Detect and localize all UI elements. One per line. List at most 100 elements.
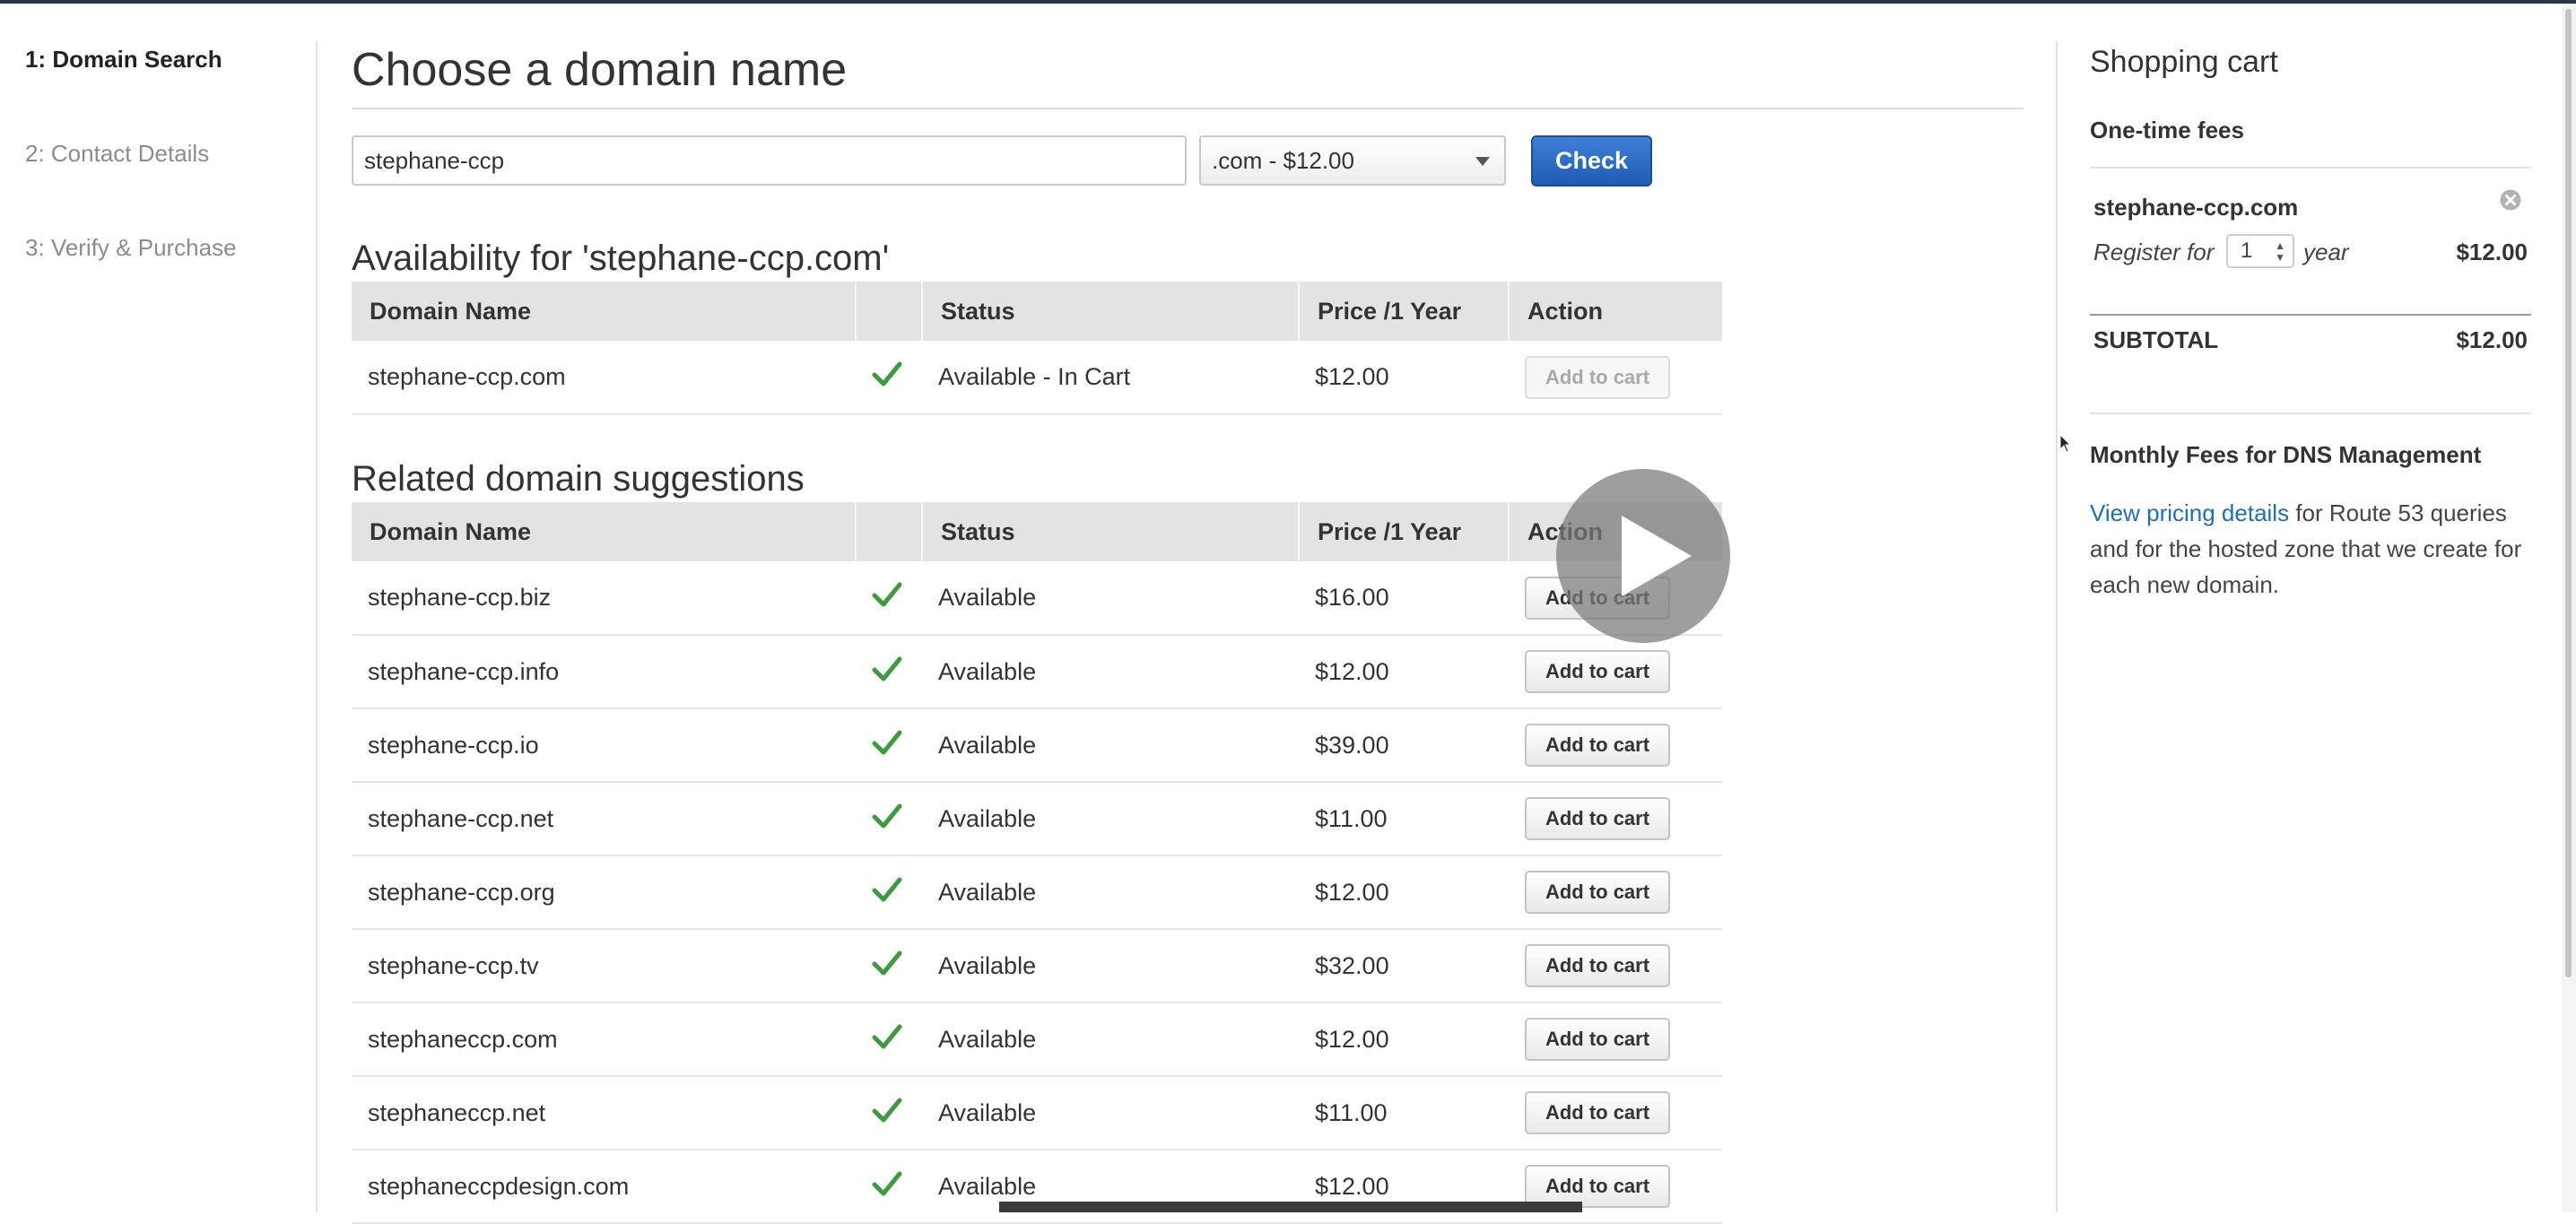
status-cell: Available (922, 561, 1299, 636)
main-content: Choose a domain name .com - $12.00 Check… (352, 0, 2023, 1224)
year-label: year (2303, 239, 2349, 265)
divider (2090, 314, 2531, 316)
column-header-domain-name: Domain Name (352, 502, 857, 561)
column-header-domain-name: Domain Name (352, 282, 857, 341)
page-title: Choose a domain name (352, 44, 848, 96)
subtotal-label: SUBTOTAL (2093, 326, 2219, 353)
price-cell: $39.00 (1299, 708, 1509, 783)
cart-item-name: stephane-ccp.com (2093, 194, 2299, 221)
cart-title: Shopping cart (2090, 45, 2278, 79)
subtotal-value: $12.00 (2456, 326, 2528, 353)
divider (2090, 412, 2531, 414)
add-to-cart-button[interactable]: Add to cart (1525, 1018, 1670, 1061)
status-cell: Available (922, 782, 1299, 856)
related-domains-table: Domain Name Status Price /1 Year Action … (352, 502, 1722, 1224)
play-icon[interactable] (1556, 469, 1730, 643)
year-stepper-value: 1 (2241, 239, 2253, 263)
stepper-arrows-icon[interactable]: ▲ ▼ (2275, 240, 2285, 264)
column-header-status: Status (922, 282, 1300, 341)
table-row: stephane-ccp.bizAvailable$16.00Add to ca… (352, 561, 1722, 636)
domain-name-cell: stephane-ccp.net (352, 782, 856, 856)
table-row: stephane-ccp.org Available $12.00 Add to ca… (352, 855, 1722, 930)
add-to-cart-button[interactable]: Add to cart (1525, 650, 1670, 693)
add-to-cart-button[interactable]: Add to cart (1525, 724, 1670, 767)
status-cell: Available (922, 1076, 1299, 1150)
price-cell: $16.00 (1299, 561, 1509, 636)
availability-heading: Availability for 'stephane-ccp.com' (352, 239, 890, 278)
table-row: stephane-ccp.io Available $39.00 Add to car… (352, 708, 1722, 783)
step-contact-details[interactable]: 2: Contact Details (25, 137, 294, 231)
title-divider (352, 108, 2023, 109)
price-cell: $32.00 (1299, 929, 1509, 1003)
domain-name-cell: stephaneccp.com (352, 1003, 856, 1077)
cart-item-price: $12.00 (2456, 239, 2528, 265)
one-time-fees-label: One-time fees (2090, 117, 2244, 143)
table-row: stephane-ccp.com Available - In Cart $12… (352, 341, 1722, 415)
add-to-cart-button[interactable]: Add to cart (1525, 1091, 1670, 1134)
status-cell: Available (922, 855, 1299, 930)
add-to-cart-button[interactable]: Add to cart (1525, 871, 1670, 914)
mouse-cursor-icon (2059, 434, 2072, 453)
register-for-label: Register for (2093, 239, 2215, 265)
domain-name-cell: stephane-ccp.info (352, 635, 856, 709)
domain-name-cell: stephane-ccp.com (352, 341, 856, 415)
checkmark-icon (872, 1024, 902, 1048)
step-domain-search[interactable]: 1: Domain Search (25, 43, 294, 137)
column-header-price: Price /1 Year (1299, 502, 1510, 561)
add-to-cart-button[interactable]: Add to cart (1525, 944, 1670, 987)
checkmark-icon (872, 1098, 902, 1122)
shopping-cart: Shopping cart One-time fees stephane-ccp… (2090, 0, 2531, 1212)
table-row: stephaneccp.com Available $12.00 Add to car… (352, 1003, 1722, 1077)
table-row: stephane-ccp.info Available $12.00 Add to c… (352, 635, 1722, 709)
cart-divider (2056, 41, 2058, 1212)
domain-name-cell: stephane-ccp.org (352, 855, 856, 930)
domain-name-cell: stephane-ccp.biz (352, 561, 856, 636)
status-cell: Available (922, 1003, 1299, 1077)
domain-name-cell: stephaneccp.net (352, 1076, 856, 1150)
scrollbar-thumb[interactable] (2565, 9, 2572, 977)
checkmark-icon (872, 951, 902, 975)
monthly-fees-description: View pricing details for Route 53 querie… (2090, 495, 2531, 603)
price-cell: $11.00 (1299, 782, 1509, 856)
add-to-cart-button[interactable]: Add to cart (1525, 355, 1670, 399)
status-cell: Available (922, 929, 1299, 1003)
table-row: stephane-ccp.tv Available $32.00 Add to car… (352, 929, 1722, 1003)
status-cell: Available (922, 635, 1299, 709)
checkmark-icon (872, 361, 902, 386)
tld-select-value: .com - $12.00 (1212, 147, 1354, 174)
tld-select[interactable]: .com - $12.00 (1199, 135, 1506, 186)
monthly-fees-heading: Monthly Fees for DNS Management (2090, 441, 2482, 468)
domain-name-cell: stephane-ccp.io (352, 708, 856, 783)
price-cell: $12.00 (1299, 341, 1509, 415)
year-stepper[interactable]: 1 ▲ ▼ (2226, 234, 2294, 268)
remove-circle-icon[interactable] (2499, 188, 2522, 212)
check-button[interactable]: Check (1531, 135, 1652, 187)
price-cell: $12.00 (1299, 635, 1509, 709)
column-header-action: Action (1509, 282, 1722, 341)
column-header-price: Price /1 Year (1299, 282, 1510, 341)
step-verify-purchase[interactable]: 3: Verify & Purchase (25, 231, 294, 326)
table-row: stephane-ccp.net Available $11.00 Add to ca… (352, 782, 1722, 856)
checkmark-icon (872, 582, 902, 607)
add-to-cart-button[interactable]: Add to cart (1525, 797, 1670, 840)
column-header-indicator (856, 502, 923, 561)
domain-name-cell: stephane-ccp.tv (352, 929, 856, 1003)
view-pricing-details-link[interactable]: View pricing details (2090, 499, 2289, 526)
table-header-row: Domain Name Status Price /1 Year Action (352, 502, 1722, 561)
domain-search-input[interactable] (352, 135, 1187, 186)
table-header-row: Domain Name Status Price /1 Year Action (352, 282, 1722, 341)
checkmark-icon (872, 730, 902, 754)
video-progress-bar[interactable] (999, 1202, 1582, 1212)
column-header-indicator (856, 282, 923, 341)
checkmark-icon (872, 656, 902, 681)
price-cell: $12.00 (1299, 1003, 1509, 1077)
checkmark-icon (872, 1171, 902, 1195)
status-cell: Available - In Cart (922, 341, 1299, 415)
nav-divider (316, 41, 318, 1212)
wizard-steps: 1: Domain Search 2: Contact Details 3: V… (25, 43, 294, 326)
related-suggestions-heading: Related domain suggestions (352, 459, 805, 499)
table-row: stephaneccp.net Available $11.00 Add to car… (352, 1076, 1722, 1150)
chevron-down-icon (1475, 157, 1490, 166)
price-cell: $12.00 (1299, 855, 1509, 930)
status-cell: Available (922, 708, 1299, 783)
